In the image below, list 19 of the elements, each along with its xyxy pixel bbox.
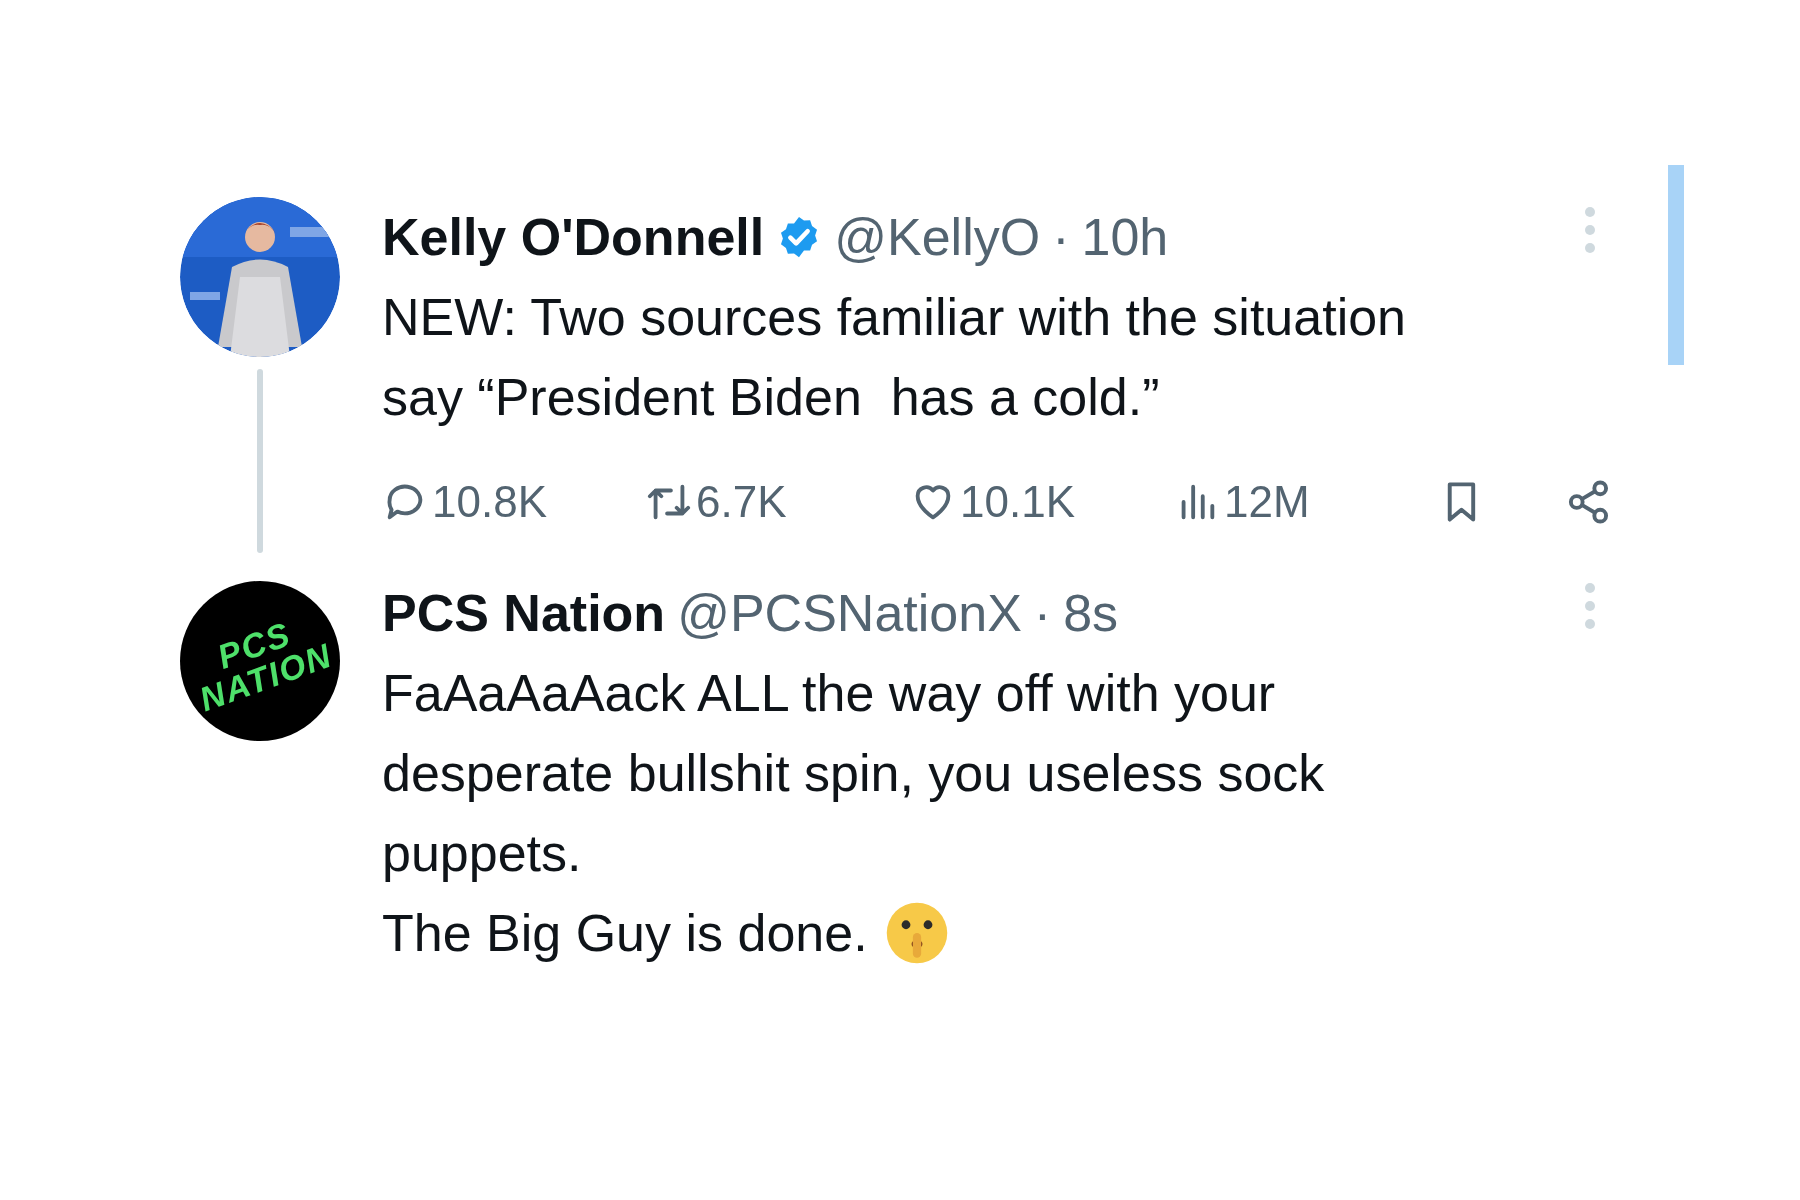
scrollbar[interactable] [1668, 165, 1684, 365]
author-name[interactable]: Kelly O'Donnell [382, 197, 765, 277]
author-name[interactable]: PCS Nation [382, 573, 666, 653]
post-text: NEW: Two sources familiar with the situation [382, 287, 1407, 348]
author-handle[interactable]: @KellyO [834, 197, 1041, 277]
post-time: 10h [1081, 207, 1169, 268]
post-text: desperate bullshit spin, you useless sock [382, 743, 1325, 804]
post-text: FaAaAaAack ALL the way off with your [382, 663, 1276, 724]
post-time: 8s [1063, 583, 1119, 644]
separator-dot: · [1033, 583, 1052, 644]
post-text: say “President Biden has a cold.” [382, 367, 1160, 428]
post-text: The Big Guy is done. [382, 903, 868, 964]
stat-count: 10.8K [432, 476, 547, 528]
stat-count: 6.7K [696, 476, 787, 528]
stat-count: 10.1K [960, 476, 1076, 528]
author-handle[interactable]: @PCSNationX [677, 573, 1022, 653]
post-text: puppets. [382, 823, 582, 884]
separator-dot: · [1052, 207, 1070, 268]
stat-count: 12M [1224, 476, 1310, 528]
